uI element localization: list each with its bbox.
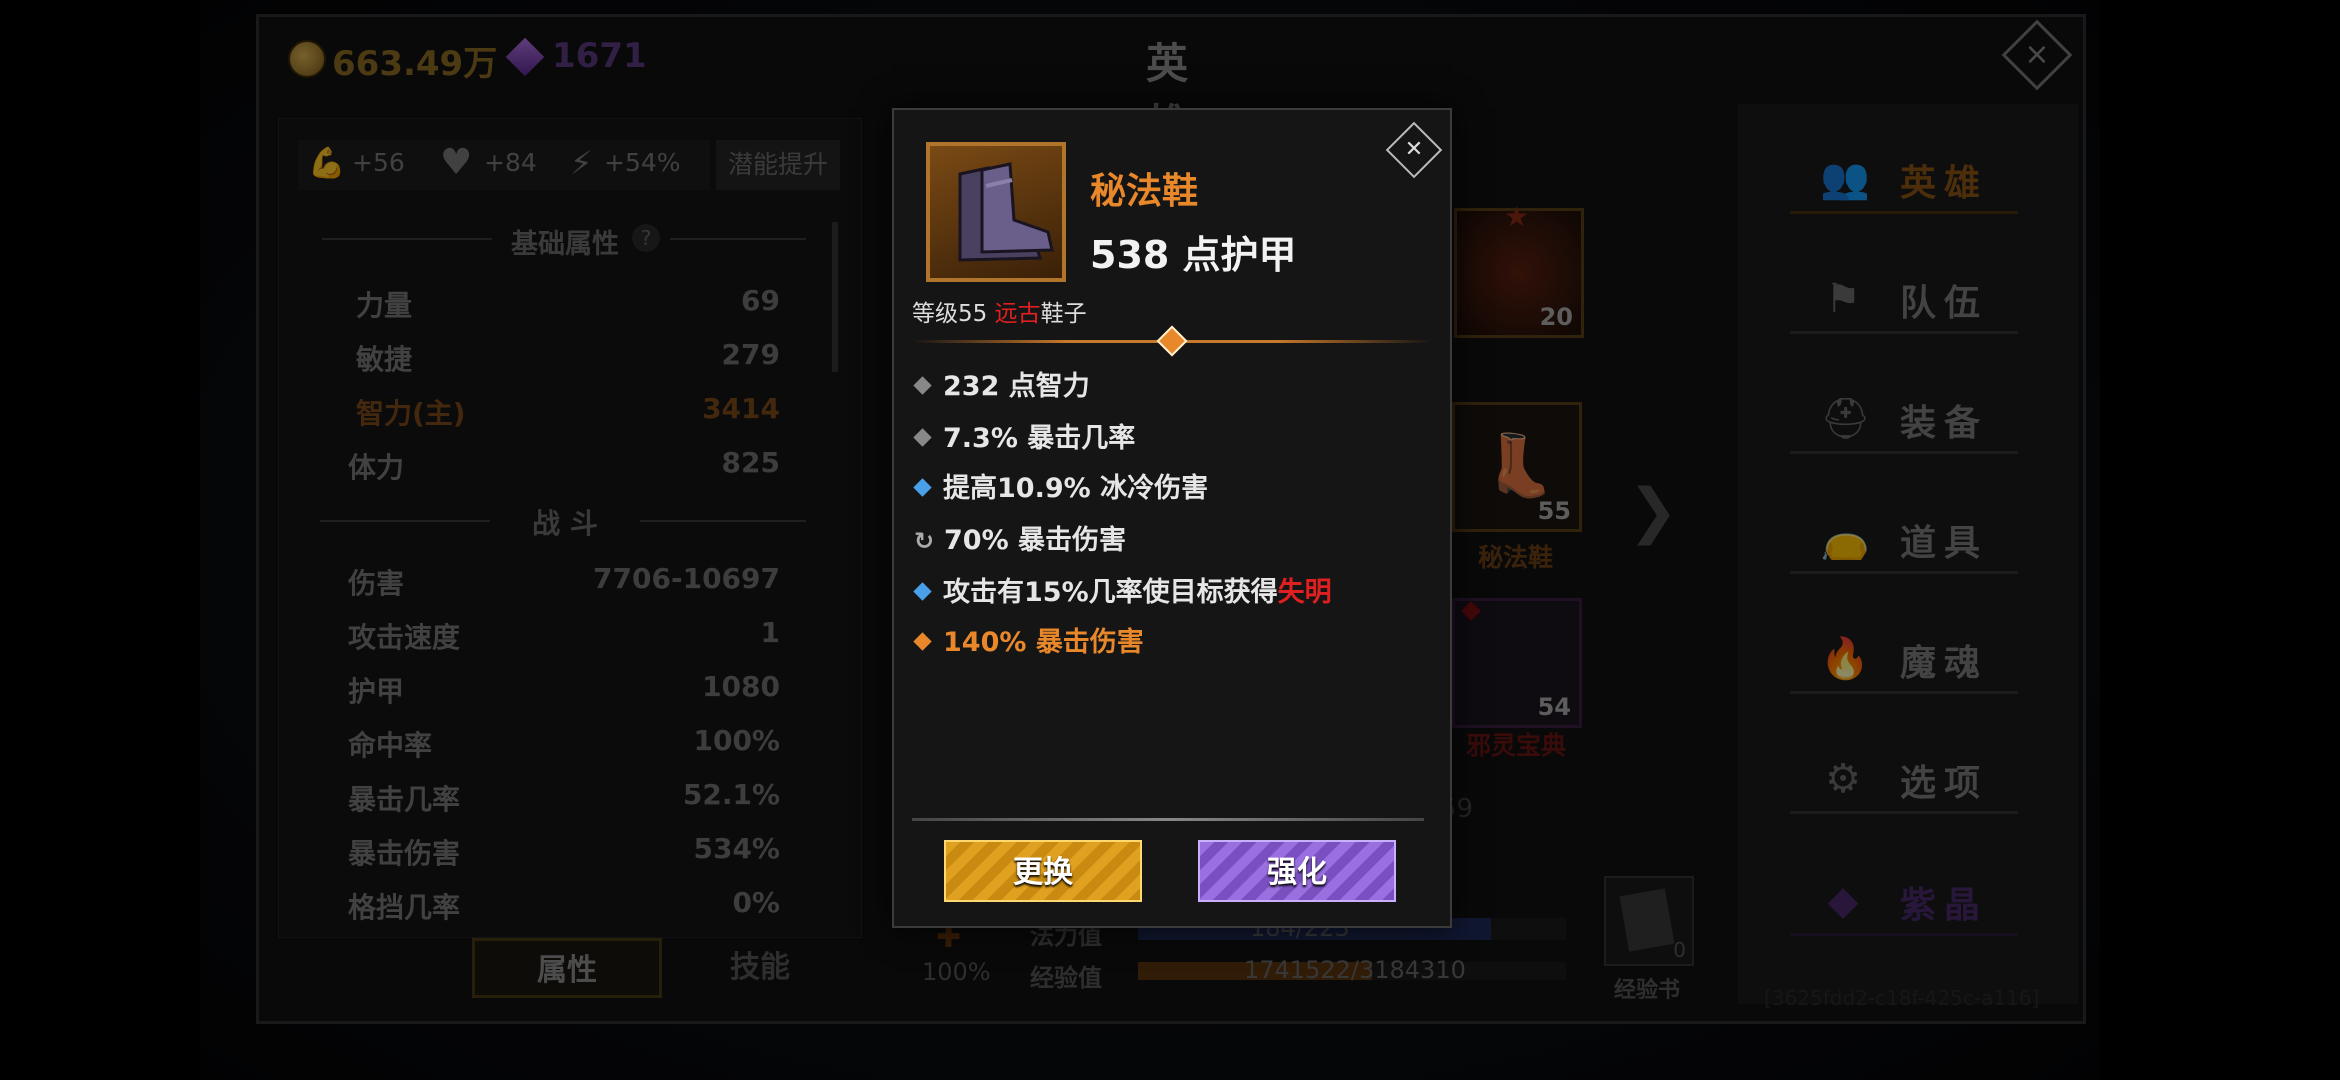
enhance-button[interactable]: 强化 bbox=[1198, 840, 1396, 902]
gray-diamond-icon bbox=[913, 376, 932, 395]
replace-button[interactable]: 更换 bbox=[944, 840, 1142, 902]
item-type: 鞋子 bbox=[1040, 301, 1087, 327]
item-armor: 538 点护甲 bbox=[1090, 233, 1297, 277]
divider bbox=[912, 818, 1424, 821]
close-icon: ✕ bbox=[1404, 137, 1424, 162]
affix-4: 攻击有15%几率使目标获得失明 bbox=[912, 570, 1332, 609]
affix-0: 232 点智力 bbox=[912, 364, 1090, 403]
blue-diamond-icon bbox=[913, 582, 932, 601]
item-level-line: 等级55 远古鞋子 bbox=[912, 294, 1087, 328]
item-level: 等级55 bbox=[912, 301, 988, 327]
affix-1: 7.3% 暴击几率 bbox=[912, 416, 1135, 455]
affix-2: 提高10.9% 冰冷伤害 bbox=[912, 466, 1208, 505]
item-icon-frame bbox=[926, 142, 1066, 282]
item-name: 秘法鞋 bbox=[1090, 171, 1199, 212]
orange-diamond-icon bbox=[913, 632, 932, 651]
gray-diamond-icon bbox=[913, 428, 932, 447]
affix-5: 140% 暴击伤害 bbox=[912, 620, 1144, 659]
boots-icon bbox=[958, 162, 1054, 262]
blue-diamond-icon bbox=[913, 478, 932, 497]
item-rarity: 远古 bbox=[994, 301, 1041, 327]
reroll-icon: ↻ bbox=[914, 527, 935, 555]
affix-3: ↻ 70% 暴击伤害 bbox=[914, 525, 1127, 556]
